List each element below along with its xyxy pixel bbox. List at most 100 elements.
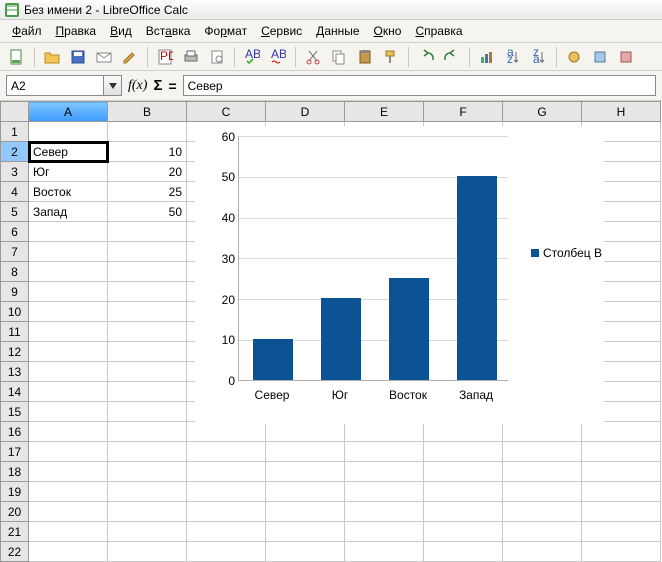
bar-1	[321, 298, 361, 380]
cell-A4[interactable]: Восток	[29, 182, 108, 202]
open-icon[interactable]	[41, 46, 63, 68]
cell-A3[interactable]: Юг	[29, 162, 108, 182]
mail-icon[interactable]	[93, 46, 115, 68]
redo-icon[interactable]	[441, 46, 463, 68]
row-header-17[interactable]: 17	[1, 442, 29, 462]
paste-icon[interactable]	[354, 46, 376, 68]
sigma-button[interactable]: Σ	[153, 77, 162, 94]
title-bar: Без имени 2 - LibreOffice Calc	[0, 0, 662, 20]
col-header-G[interactable]: G	[503, 102, 582, 122]
embedded-chart[interactable]: 60 50 40 30 20 10 0 Север Юг Восток Запа…	[195, 126, 604, 424]
svg-text:a: a	[533, 52, 540, 65]
row-header-1[interactable]: 1	[1, 122, 29, 142]
row-header-8[interactable]: 8	[1, 262, 29, 282]
legend-label: Столбец B	[543, 246, 602, 260]
tool3-icon[interactable]	[615, 46, 637, 68]
cell-B5[interactable]: 50	[108, 202, 187, 222]
row-header-19[interactable]: 19	[1, 482, 29, 502]
svg-text:z: z	[507, 52, 513, 65]
row-header-14[interactable]: 14	[1, 382, 29, 402]
cell-reference-input[interactable]	[6, 75, 104, 96]
ytick: 0	[195, 374, 235, 388]
row-header-2[interactable]: 2	[1, 142, 29, 162]
bar-2	[389, 278, 429, 380]
chart-icon[interactable]	[476, 46, 498, 68]
copy-icon[interactable]	[328, 46, 350, 68]
edit-icon[interactable]	[119, 46, 141, 68]
autospell-icon[interactable]: ABC	[267, 46, 289, 68]
legend-swatch	[531, 249, 539, 257]
cell-A5[interactable]: Запад	[29, 202, 108, 222]
ytick: 40	[195, 211, 235, 225]
row-header-9[interactable]: 9	[1, 282, 29, 302]
preview-icon[interactable]	[206, 46, 228, 68]
svg-text:PDF: PDF	[160, 49, 173, 63]
col-header-D[interactable]: D	[266, 102, 345, 122]
main-toolbar: PDF ABC ABC az za	[0, 43, 662, 71]
row-header-18[interactable]: 18	[1, 462, 29, 482]
xtick: Север	[242, 388, 302, 402]
new-doc-icon[interactable]	[6, 46, 28, 68]
xtick: Юг	[310, 388, 370, 402]
sort-asc-icon[interactable]: az	[502, 46, 524, 68]
menu-data[interactable]: Данные	[310, 22, 365, 40]
menu-insert[interactable]: Вставка	[140, 22, 197, 40]
undo-icon[interactable]	[415, 46, 437, 68]
ytick: 60	[195, 130, 235, 144]
formula-input[interactable]	[183, 75, 656, 96]
sort-desc-icon[interactable]: za	[528, 46, 550, 68]
row-header-20[interactable]: 20	[1, 502, 29, 522]
row-header-3[interactable]: 3	[1, 162, 29, 182]
cell-reference-dropdown[interactable]	[104, 75, 122, 96]
chevron-down-icon	[109, 83, 117, 89]
row-header-22[interactable]: 22	[1, 542, 29, 562]
col-header-A[interactable]: A	[29, 102, 108, 122]
row-header-4[interactable]: 4	[1, 182, 29, 202]
col-header-B[interactable]: B	[108, 102, 187, 122]
row-header-16[interactable]: 16	[1, 422, 29, 442]
row-header-7[interactable]: 7	[1, 242, 29, 262]
cell-B3[interactable]: 20	[108, 162, 187, 182]
row-header-10[interactable]: 10	[1, 302, 29, 322]
chart-legend: Столбец B	[531, 246, 602, 260]
col-header-H[interactable]: H	[582, 102, 661, 122]
col-header-F[interactable]: F	[424, 102, 503, 122]
row-header-5[interactable]: 5	[1, 202, 29, 222]
menu-window[interactable]: Окно	[368, 22, 408, 40]
cell-B2[interactable]: 10	[108, 142, 187, 162]
select-all-corner[interactable]	[1, 102, 29, 122]
cell-A2[interactable]: Север	[29, 142, 108, 162]
menu-format[interactable]: Формат	[198, 22, 253, 40]
ytick: 10	[195, 333, 235, 347]
pdf-icon[interactable]: PDF	[154, 46, 176, 68]
menu-help[interactable]: Справка	[409, 22, 468, 40]
row-header-13[interactable]: 13	[1, 362, 29, 382]
menu-edit[interactable]: Правка	[50, 22, 103, 40]
format-brush-icon[interactable]	[380, 46, 402, 68]
cut-icon[interactable]	[302, 46, 324, 68]
spreadsheet-area: A B C D E F G H 1 2 Север 10 3 Юг 20 4 В…	[0, 101, 662, 562]
app-icon	[4, 2, 20, 18]
menu-bar: Файл Правка Вид Вставка Формат Сервис Да…	[0, 20, 662, 43]
cell-B4[interactable]: 25	[108, 182, 187, 202]
save-icon[interactable]	[67, 46, 89, 68]
svg-text:ABC: ABC	[271, 49, 286, 61]
menu-service[interactable]: Сервис	[255, 22, 308, 40]
equals-button[interactable]: =	[168, 78, 176, 94]
bar-3	[457, 176, 497, 380]
menu-view[interactable]: Вид	[104, 22, 138, 40]
fx-label[interactable]: f(x)	[128, 78, 147, 94]
tool1-icon[interactable]	[563, 46, 585, 68]
formula-bar: f(x) Σ =	[0, 71, 662, 101]
col-header-E[interactable]: E	[345, 102, 424, 122]
print-icon[interactable]	[180, 46, 202, 68]
row-header-15[interactable]: 15	[1, 402, 29, 422]
row-header-12[interactable]: 12	[1, 342, 29, 362]
row-header-11[interactable]: 11	[1, 322, 29, 342]
spellcheck-icon[interactable]: ABC	[241, 46, 263, 68]
row-header-6[interactable]: 6	[1, 222, 29, 242]
tool2-icon[interactable]	[589, 46, 611, 68]
chart-plot-area	[238, 136, 508, 381]
col-header-C[interactable]: C	[187, 102, 266, 122]
menu-file[interactable]: Файл	[6, 22, 48, 40]
